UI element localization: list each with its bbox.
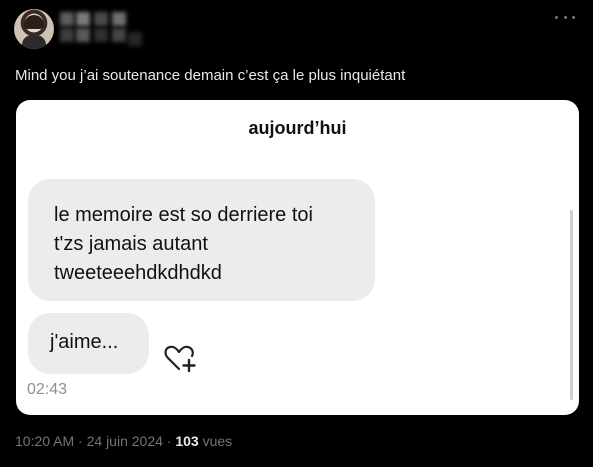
message-line: t'zs jamais autant bbox=[54, 233, 208, 255]
avatar-hair bbox=[24, 15, 44, 29]
avatar-body bbox=[22, 35, 46, 49]
heart-plus-icon[interactable] bbox=[163, 343, 197, 373]
message-line: le memoire est so derriere toi bbox=[54, 204, 313, 226]
more-horizontal-icon[interactable] bbox=[555, 12, 575, 22]
screenshot-card[interactable]: aujourd’hui le memoire est so derriere t… bbox=[16, 100, 579, 415]
meta-separator: · bbox=[78, 433, 83, 449]
message-timestamp: 02:43 bbox=[27, 381, 68, 398]
message-bubble: le memoire est so derriere toi t'zs jama… bbox=[28, 179, 375, 301]
post-text: Mind you j’ai soutenance demain c’est ça… bbox=[15, 67, 406, 84]
conversation-date-title: aujourd’hui bbox=[248, 118, 347, 138]
message-line: j'aime... bbox=[50, 331, 119, 353]
post-date[interactable]: 24 juin 2024 bbox=[87, 433, 163, 449]
meta-separator: · bbox=[166, 433, 172, 449]
avatar[interactable] bbox=[14, 9, 54, 49]
message-bubble: j'aime... bbox=[28, 313, 149, 374]
message-line: tweeteeehdkdhdkd bbox=[54, 262, 222, 284]
view-count: 103 bbox=[175, 433, 199, 449]
post-time[interactable]: 10:20 AM bbox=[15, 433, 74, 449]
blurred-username bbox=[60, 10, 150, 50]
post-meta: 10:20 AM · 24 juin 2024 · 103 vues bbox=[15, 433, 232, 449]
views-label: vues bbox=[202, 433, 233, 449]
scrollbar bbox=[570, 210, 573, 400]
